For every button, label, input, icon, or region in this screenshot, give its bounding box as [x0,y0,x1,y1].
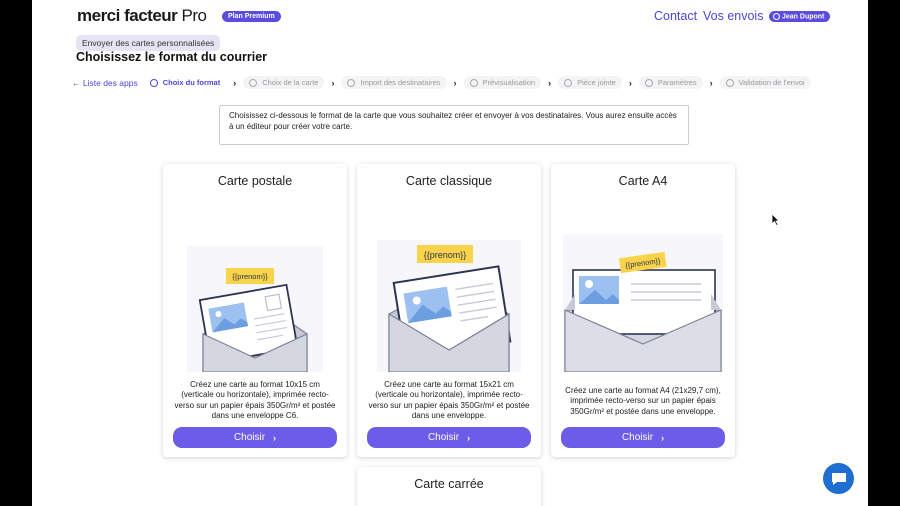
step-circle-icon [644,78,653,87]
app-page: merci facteur Pro Plan Premium Contact V… [32,0,868,506]
step-previsualisation[interactable]: Prévisualisation [463,76,542,89]
info-box: Choisissez ci-dessous le format de la ca… [219,105,689,145]
page-title: Choisissez le format du courrier [76,50,268,64]
chevron-right-icon: › [453,77,457,88]
chevron-right-icon: › [548,77,552,88]
card-title: Carte classique [405,174,493,188]
logo[interactable]: merci facteur Pro [77,6,207,26]
choose-button-carte-classique[interactable]: Choisir › [367,427,531,448]
step-circle-icon [249,78,258,87]
classic-card-envelope-illustration: {{prenom}} [377,240,521,372]
nav-envois-link[interactable]: Vos envois [703,9,763,23]
step-import-destinataires[interactable]: Import des destinataires [341,76,447,89]
step-circle-icon [347,78,356,87]
user-icon [773,13,780,20]
chevron-right-icon: › [467,432,471,443]
card-title: Carte postale [217,174,293,188]
card-description: Créez une carte au format 10x15 cm (vert… [174,380,336,421]
step-parametres[interactable]: Paramètres [638,76,703,89]
step-circle-icon [725,78,734,87]
mouse-cursor-icon [771,213,780,226]
card-title: Carte A4 [618,174,668,188]
logo-suffix: Pro [177,6,207,25]
step-circle-icon [149,78,158,87]
plan-badge: Plan Premium [222,11,281,22]
breadcrumb-chip: Envoyer des cartes personnalisées [76,35,221,51]
chevron-right-icon: › [661,432,665,443]
card-description: Créez une carte au format 15x21 cm (vert… [368,380,530,421]
choose-button-carte-postale[interactable]: Choisir › [173,427,337,448]
step-validation-envoi[interactable]: Validation de l'envoi [719,76,811,89]
step-piece-jointe[interactable]: Pièce jointe [558,76,622,89]
card-carte-postale[interactable]: Carte postale {{prenom}} Créez une carte… [163,164,347,457]
chevron-right-icon: › [233,77,237,88]
card-carte-a4[interactable]: Carte A4 {{prenom}} Créez une carte au f… [551,164,735,457]
card-description: Créez une carte au format A4 (21x29,7 cm… [565,386,721,416]
postcard-envelope-illustration: {{prenom}} [187,246,323,372]
chat-bubble-icon [831,472,846,485]
arrow-left-icon: ← [72,77,81,88]
step-circle-icon [564,78,573,87]
chevron-right-icon: › [628,77,632,88]
card-title: Carte carrée [414,477,484,491]
user-menu[interactable]: Jean Dupont [769,11,831,23]
card-carte-classique[interactable]: Carte classique {{prenom}} Créez une car… [357,164,541,457]
user-name: Jean Dupont [782,13,825,21]
chevron-right-icon: › [273,432,277,443]
stepper: ← Liste des apps Choix du format › Choix… [72,75,824,90]
choose-button-carte-a4[interactable]: Choisir › [561,427,725,448]
placeholder-tag: {{prenom}} [232,272,268,281]
chat-support-button[interactable] [823,463,854,494]
step-circle-icon [469,78,478,87]
chevron-right-icon: › [709,77,713,88]
logo-main: merci facteur [77,6,178,25]
step-choix-format[interactable]: Choix du format [144,76,227,89]
a4-card-envelope-illustration: {{prenom}} [563,234,723,372]
back-to-apps-link[interactable]: ← Liste des apps [72,78,138,88]
nav-contact-link[interactable]: Contact [654,9,697,23]
card-carte-carree[interactable]: Carte carrée [357,467,541,506]
step-choix-carte[interactable]: Choix de la carte [243,76,325,89]
chevron-right-icon: › [331,77,335,88]
placeholder-tag: {{prenom}} [424,250,467,260]
